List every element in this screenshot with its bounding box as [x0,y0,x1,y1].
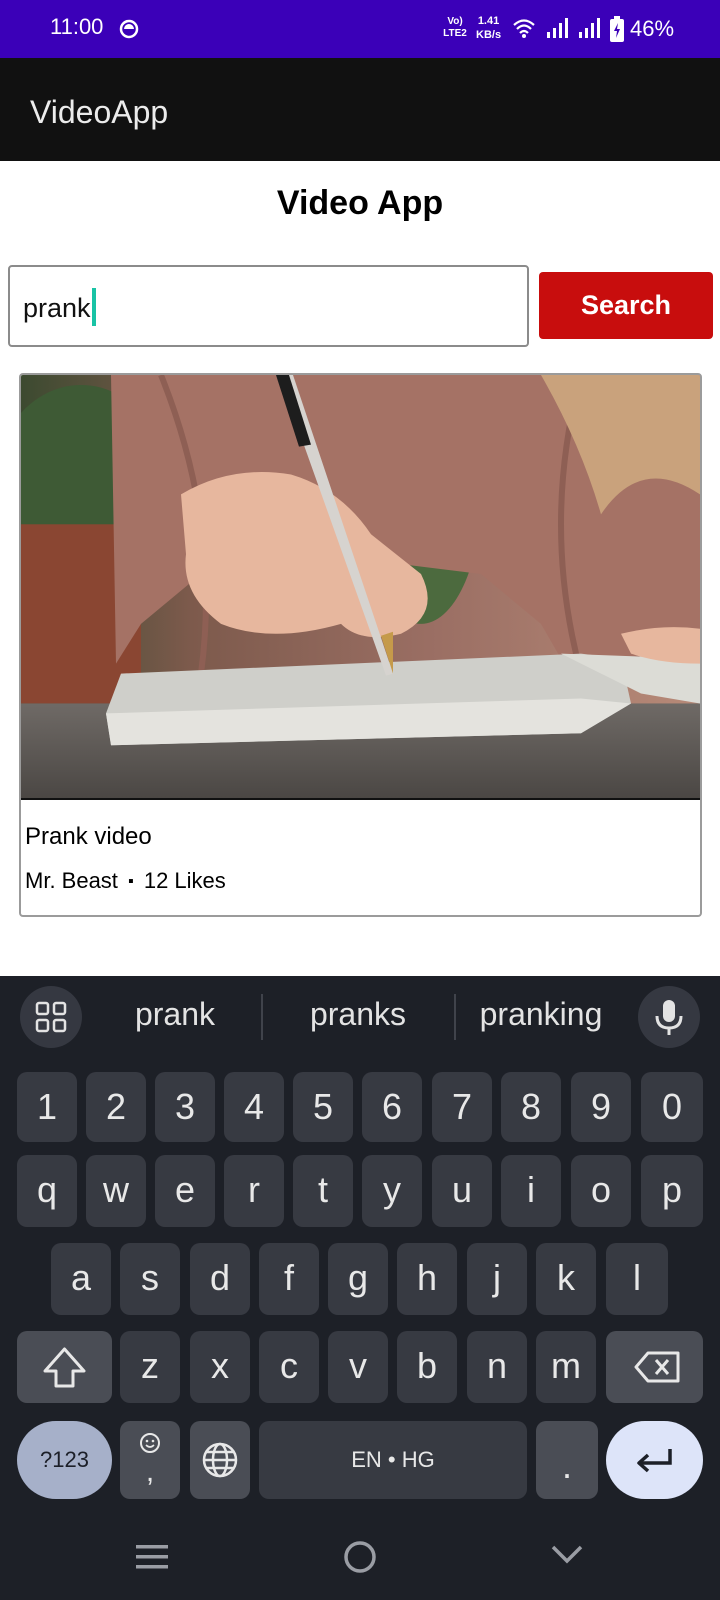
video-likes: 12 Likes [143,868,226,893]
key-j[interactable]: j [467,1243,527,1315]
network-speed: 1.41 KB/s [476,14,501,42]
key-3[interactable]: 3 [155,1072,215,1142]
key-u[interactable]: u [432,1155,492,1227]
grid-icon [35,1001,67,1033]
key-r[interactable]: r [224,1155,284,1227]
backspace-icon [634,1351,680,1383]
wifi-icon [513,19,535,38]
suggestion-bar: prank pranks pranking [0,976,720,1058]
key-6[interactable]: 6 [362,1072,422,1142]
key-1[interactable]: 1 [17,1072,77,1142]
key-7[interactable]: 7 [432,1072,492,1142]
key-p[interactable]: p [641,1155,703,1227]
key-e[interactable]: e [155,1155,215,1227]
key-f[interactable]: f [259,1243,319,1315]
suggestion-divider [454,994,456,1040]
key-d[interactable]: d [190,1243,250,1315]
status-time: 11:00 [50,14,104,39]
video-meta: Mr. Beast ▪ 12 Likes [25,868,226,894]
back-chevron-icon[interactable] [550,1542,584,1566]
key-c[interactable]: c [259,1331,319,1403]
apps-grid-button[interactable] [20,986,82,1048]
suggestion-2[interactable]: pranks [268,996,448,1033]
key-s[interactable]: s [120,1243,180,1315]
symbols-key[interactable]: ?123 [17,1421,112,1499]
key-9[interactable]: 9 [571,1072,631,1142]
key-t[interactable]: t [293,1155,353,1227]
battery-percent: 46% [630,16,675,41]
signal-1-icon [547,18,568,38]
page-title: Video App [276,184,444,222]
key-y[interactable]: y [362,1155,422,1227]
key-5[interactable]: 5 [293,1072,353,1142]
search-button[interactable]: Search [539,272,713,339]
speed-unit: KB/s [476,29,502,41]
key-h[interactable]: h [397,1243,457,1315]
speed-value: 1.41 [477,15,500,27]
globe-icon [202,1442,238,1478]
key-n[interactable]: n [467,1331,527,1403]
key-m[interactable]: m [536,1331,596,1403]
comma-label: , [145,1455,155,1488]
soft-keyboard: prank pranks pranking 1 2 3 4 5 6 7 8 9 … [0,976,720,1514]
key-g[interactable]: g [328,1243,388,1315]
key-a[interactable]: a [51,1243,111,1315]
key-w[interactable]: w [86,1155,146,1227]
suggestion-1[interactable]: prank [95,996,255,1033]
video-card[interactable]: Prank video Mr. Beast ▪ 12 Likes [19,373,702,917]
key-x[interactable]: x [190,1331,250,1403]
backspace-key[interactable] [606,1331,703,1403]
suggestion-3[interactable]: pranking [460,996,622,1033]
key-0[interactable]: 0 [641,1072,703,1142]
period-key[interactable]: . [536,1421,598,1499]
key-z[interactable]: z [120,1331,180,1403]
space-key[interactable]: EN • HG [259,1421,527,1499]
video-title: Prank video [25,823,152,850]
video-author: Mr. Beast [25,868,118,893]
menu-icon[interactable] [134,1542,170,1572]
key-b[interactable]: b [397,1331,457,1403]
search-input[interactable]: prank [8,265,529,347]
key-o[interactable]: o [571,1155,631,1227]
emoji-comma-key[interactable]: , [120,1421,180,1499]
home-icon[interactable] [343,1540,377,1574]
voice-input-button[interactable] [638,986,700,1048]
system-nav-bar [0,1514,720,1600]
network-type: Vo) LTE2 [443,16,467,39]
suggestion-divider [261,994,263,1040]
key-v[interactable]: v [328,1331,388,1403]
notification-icon [119,19,139,39]
app-bar: VideoApp [0,58,720,161]
key-l[interactable]: l [606,1243,668,1315]
text-caret [91,288,96,326]
battery-icon [610,16,624,42]
enter-key[interactable] [606,1421,703,1499]
shift-key[interactable] [17,1331,112,1403]
key-2[interactable]: 2 [86,1072,146,1142]
microphone-icon [655,1000,683,1035]
video-thumbnail[interactable] [21,375,700,800]
shift-icon [43,1347,86,1388]
meta-separator: ▪ [128,873,134,890]
signal-2-icon [579,18,600,38]
key-q[interactable]: q [17,1155,77,1227]
search-text: prank [23,293,91,324]
enter-icon [637,1449,672,1473]
key-4[interactable]: 4 [224,1072,284,1142]
key-i[interactable]: i [501,1155,561,1227]
search-input-value[interactable]: prank [23,288,96,329]
app-bar-title: VideoApp [30,94,169,130]
status-bar: 11:00 Vo) LTE2 1.41 KB/s 46% [0,0,720,58]
language-key[interactable] [190,1421,250,1499]
key-k[interactable]: k [536,1243,596,1315]
key-8[interactable]: 8 [501,1072,561,1142]
